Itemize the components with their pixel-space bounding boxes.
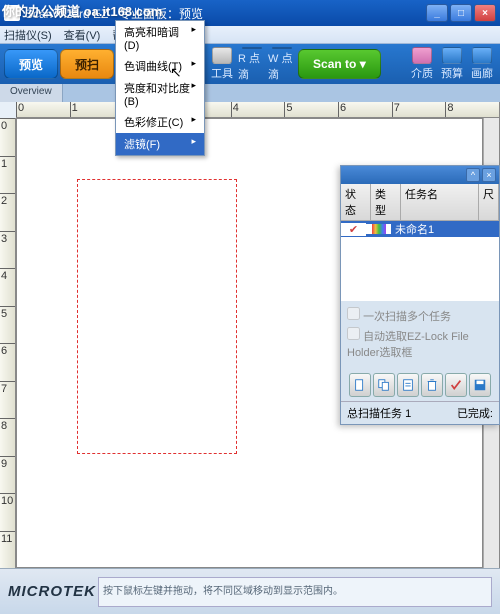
panel-titlebar: ^ × xyxy=(341,166,499,184)
maximize-button[interactable]: □ xyxy=(450,4,472,22)
col-status[interactable]: 状态 xyxy=(341,184,371,220)
opt-autoselect[interactable]: 自动选取EZ-Lock File Holder选取框 xyxy=(347,327,493,360)
task-list: ✔ 未命名1 xyxy=(341,221,499,301)
adjustments-dropdown: 高亮和暗调(D)▸ 色调曲线(T)▸ 亮度和对比度(B)▸ 色彩修正(C)▸ 滤… xyxy=(115,20,205,156)
preset-button[interactable]: 预算 xyxy=(438,47,466,81)
vertical-ruler: 01234567891011 xyxy=(0,118,16,568)
task-delete-button[interactable] xyxy=(421,373,443,397)
task-list-header: 状态 类型 任务名 尺 xyxy=(341,184,499,221)
colortype-icon xyxy=(366,224,391,234)
media-button[interactable]: 介质 xyxy=(408,47,436,81)
panel-collapse-button[interactable]: ^ xyxy=(466,168,480,182)
dropdown-item-color-correction[interactable]: 色彩修正(C)▸ xyxy=(116,111,204,133)
selection-marquee[interactable] xyxy=(77,179,237,454)
panel-close-button[interactable]: × xyxy=(482,168,496,182)
task-row[interactable]: ✔ 未命名1 xyxy=(341,221,499,237)
statusbar: MICROTEK 按下鼠标左键并拖动，将不同区域移动到显示范围内。 xyxy=(0,568,500,614)
task-name: 未命名1 xyxy=(391,221,499,237)
brand-logo: MICROTEK xyxy=(8,583,98,600)
horizontal-ruler: 012345678 xyxy=(16,102,499,118)
tabstrip: Overview xyxy=(0,84,500,102)
checkmark-icon: ✔ xyxy=(341,223,366,236)
tool-button-1[interactable]: 工具 xyxy=(208,47,236,81)
eyedropper-w-button[interactable]: W 点滴 xyxy=(268,47,296,81)
task-toolbar xyxy=(341,369,499,401)
tab-overview[interactable]: Overview xyxy=(0,84,63,102)
opt-multiscan[interactable]: 一次扫描多个任务 xyxy=(347,307,493,324)
scan-to-button[interactable]: Scan to ▾ xyxy=(298,49,381,79)
close-button[interactable]: × xyxy=(474,4,496,22)
task-load-button[interactable] xyxy=(397,373,419,397)
eyedropper-r-button[interactable]: R 点滴 xyxy=(238,47,266,81)
menubar: 扫描仪(S) 查看(V) 帮助(H) xyxy=(0,26,500,44)
dropdown-item-filter[interactable]: 滤镜(F)▸ xyxy=(116,133,204,155)
status-hint: 按下鼠标左键并拖动，将不同区域移动到显示范围内。 xyxy=(98,577,492,607)
watermark-overlay: 你的办公频道 oa.it168.com xyxy=(2,1,162,20)
toolbar: 预览 预扫 工具 R 点滴 W 点滴 Scan to ▾ 介质 预算 画廊 xyxy=(0,44,500,84)
task-save-button[interactable] xyxy=(469,373,491,397)
task-options: 一次扫描多个任务 自动选取EZ-Lock File Holder选取框 xyxy=(341,301,499,369)
col-task-name[interactable]: 任务名 xyxy=(401,184,479,220)
menu-scanner[interactable]: 扫描仪(S) xyxy=(4,27,52,43)
preview-button[interactable]: 预览 xyxy=(4,49,58,79)
dropdown-item-curves[interactable]: 色调曲线(T)▸ xyxy=(116,55,204,77)
task-status-row: 总扫描任务 1 已完成: xyxy=(341,401,499,424)
task-panel: ^ × 状态 类型 任务名 尺 ✔ 未命名1 一次扫描多个任务 自动选取EZ-L… xyxy=(340,165,500,425)
dropdown-item-highlights[interactable]: 高亮和暗调(D)▸ xyxy=(116,21,204,55)
prescan-button[interactable]: 预扫 xyxy=(60,49,114,79)
col-size[interactable]: 尺 xyxy=(479,184,499,220)
task-duplicate-button[interactable] xyxy=(373,373,395,397)
task-new-button[interactable] xyxy=(349,373,371,397)
col-type[interactable]: 类型 xyxy=(371,184,401,220)
dropdown-item-brightness[interactable]: 亮度和对比度(B)▸ xyxy=(116,77,204,111)
gallery-button[interactable]: 画廊 xyxy=(468,47,496,81)
menu-view[interactable]: 查看(V) xyxy=(64,27,101,43)
minimize-button[interactable]: _ xyxy=(426,4,448,22)
task-check-button[interactable] xyxy=(445,373,467,397)
